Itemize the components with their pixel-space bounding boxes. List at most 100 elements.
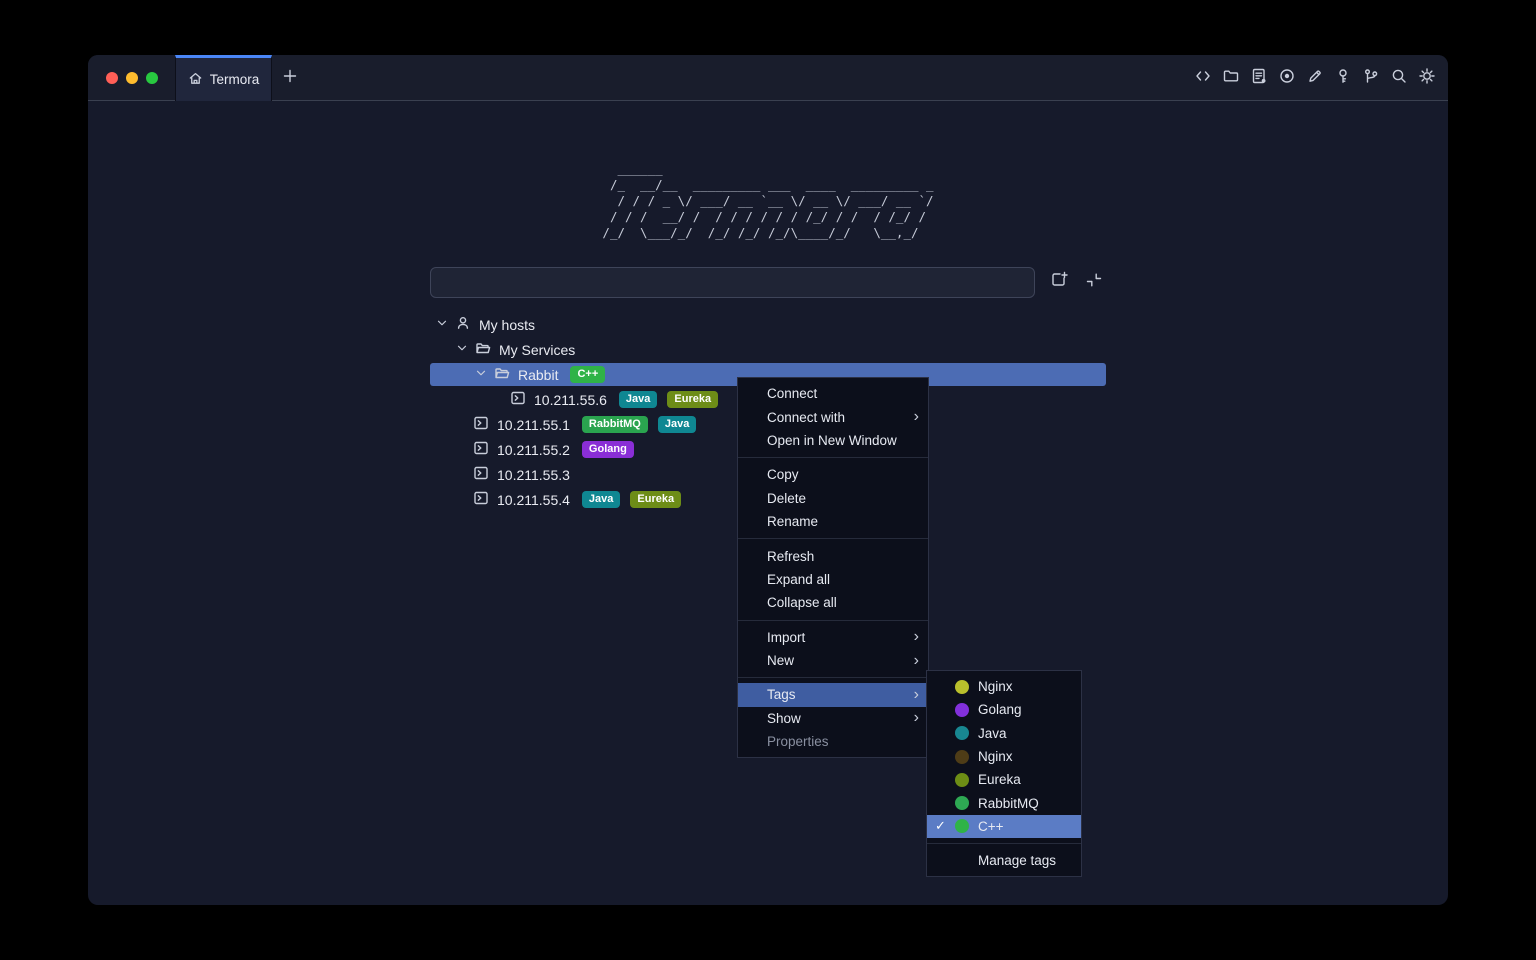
tag-color-dot <box>955 750 969 764</box>
tag-color-dot <box>955 773 969 787</box>
edit-button[interactable] <box>1306 69 1324 87</box>
submenu-arrow-icon <box>914 629 919 645</box>
context-menu: Connect Connect with Open in New Window … <box>737 377 929 758</box>
code-icon <box>1194 67 1212 90</box>
submenu-arrow-icon <box>914 710 919 726</box>
menu-separator <box>738 538 928 539</box>
search-button[interactable] <box>1390 69 1408 87</box>
settings-button[interactable] <box>1418 69 1436 87</box>
collapse-all-button[interactable] <box>1083 271 1105 293</box>
folder-button[interactable] <box>1222 69 1240 87</box>
close-window-button[interactable] <box>106 72 118 84</box>
menu-item-show[interactable]: Show <box>738 707 928 730</box>
tag-color-dot <box>955 726 969 740</box>
user-icon <box>455 315 471 334</box>
terminal-icon <box>473 465 489 484</box>
add-host-icon <box>1049 270 1069 295</box>
menu-item-open-in-new-window[interactable]: Open in New Window <box>738 429 928 452</box>
tag-color-dot <box>955 796 969 810</box>
menu-item-properties: Properties <box>738 730 928 753</box>
log-icon <box>1250 67 1268 90</box>
tab-termora[interactable]: Termora <box>175 55 272 101</box>
gear-icon <box>1418 67 1436 90</box>
terminal-icon <box>510 390 526 409</box>
tag-color-dot <box>955 680 969 694</box>
terminal-icon <box>473 440 489 459</box>
titlebar: Termora <box>88 55 1448 101</box>
chevron-down-icon[interactable] <box>455 341 469 358</box>
folder-open-icon <box>494 365 510 384</box>
tree-row-my-services[interactable]: My Services <box>430 337 1106 362</box>
home-icon <box>188 71 203 89</box>
tree-label: My Services <box>497 342 577 358</box>
tree-label: 10.211.55.3 <box>495 467 572 483</box>
menu-item-new[interactable]: New <box>738 649 928 672</box>
chevron-down-icon[interactable] <box>435 316 449 333</box>
menu-separator <box>927 843 1081 844</box>
tab-label: Termora <box>210 72 260 87</box>
tag-pill: Eureka <box>667 391 718 408</box>
submenu-item-tag[interactable]: Golang <box>927 698 1081 721</box>
tag-color-dot <box>955 819 969 833</box>
branch-button[interactable] <box>1362 69 1380 87</box>
tag-pill: Java <box>619 391 657 408</box>
app-window: Termora <box>88 55 1448 905</box>
search-input[interactable] <box>430 267 1035 298</box>
menu-item-tags[interactable]: Tags <box>738 683 928 706</box>
tree-label: 10.211.55.2 <box>495 442 572 458</box>
add-host-button[interactable] <box>1048 271 1070 293</box>
menu-separator <box>738 677 928 678</box>
tag-pill: RabbitMQ <box>582 416 648 433</box>
menu-separator <box>738 457 928 458</box>
submenu-item-tag[interactable]: Nginx <box>927 675 1081 698</box>
search-row <box>430 266 1106 298</box>
search-icon <box>1390 67 1408 90</box>
collapse-all-icon <box>1084 270 1104 295</box>
menu-item-import[interactable]: Import <box>738 626 928 649</box>
menu-item-collapse-all[interactable]: Collapse all <box>738 591 928 614</box>
minimize-window-button[interactable] <box>126 72 138 84</box>
check-icon <box>935 818 955 834</box>
submenu-item-tag[interactable]: Nginx <box>927 745 1081 768</box>
ascii-art: ______ /_ __/__ _________ ___ ____ _____… <box>602 161 933 241</box>
submenu-item-tag-checked[interactable]: C++ <box>927 815 1081 838</box>
menu-separator <box>738 620 928 621</box>
menu-item-connect[interactable]: Connect <box>738 382 928 405</box>
chevron-down-icon[interactable] <box>474 366 488 383</box>
menu-item-delete[interactable]: Delete <box>738 487 928 510</box>
zoom-window-button[interactable] <box>146 72 158 84</box>
menu-item-expand-all[interactable]: Expand all <box>738 568 928 591</box>
branch-icon <box>1362 67 1380 90</box>
submenu-item-tag[interactable]: Eureka <box>927 768 1081 791</box>
log-button[interactable] <box>1250 69 1268 87</box>
key-icon <box>1334 67 1352 90</box>
submenu-item-tag[interactable]: Java <box>927 722 1081 745</box>
manage-tags-button[interactable]: Manage tags <box>927 849 1081 872</box>
record-button[interactable] <box>1278 69 1296 87</box>
submenu-item-tag[interactable]: RabbitMQ <box>927 791 1081 814</box>
menu-item-rename[interactable]: Rename <box>738 510 928 533</box>
edit-icon <box>1306 67 1324 90</box>
tree-row-my-hosts[interactable]: My hosts <box>430 312 1106 337</box>
new-tab-button[interactable] <box>278 66 302 90</box>
tag-pill: Eureka <box>630 491 681 508</box>
tag-color-dot <box>955 703 969 717</box>
menu-item-connect-with[interactable]: Connect with <box>738 405 928 428</box>
submenu-arrow-icon <box>914 409 919 425</box>
menu-item-copy[interactable]: Copy <box>738 463 928 486</box>
tree-label: My hosts <box>477 317 537 333</box>
tag-pill: Golang <box>582 441 634 458</box>
menu-item-refresh[interactable]: Refresh <box>738 544 928 567</box>
key-button[interactable] <box>1334 69 1352 87</box>
tree-label: 10.211.55.6 <box>532 392 609 408</box>
app-logo-ascii: ______ /_ __/__ _________ ___ ____ _____… <box>430 161 1106 242</box>
record-icon <box>1278 67 1296 90</box>
folder-icon <box>1222 67 1240 90</box>
tree-label: 10.211.55.4 <box>495 492 572 508</box>
tree-label: Rabbit <box>516 367 560 383</box>
tree-label: 10.211.55.1 <box>495 417 572 433</box>
tag-pill: Java <box>582 491 620 508</box>
tags-submenu: Nginx Golang Java Nginx Eureka RabbitMQ … <box>926 670 1082 877</box>
code-button[interactable] <box>1194 69 1212 87</box>
plus-icon <box>282 68 298 89</box>
